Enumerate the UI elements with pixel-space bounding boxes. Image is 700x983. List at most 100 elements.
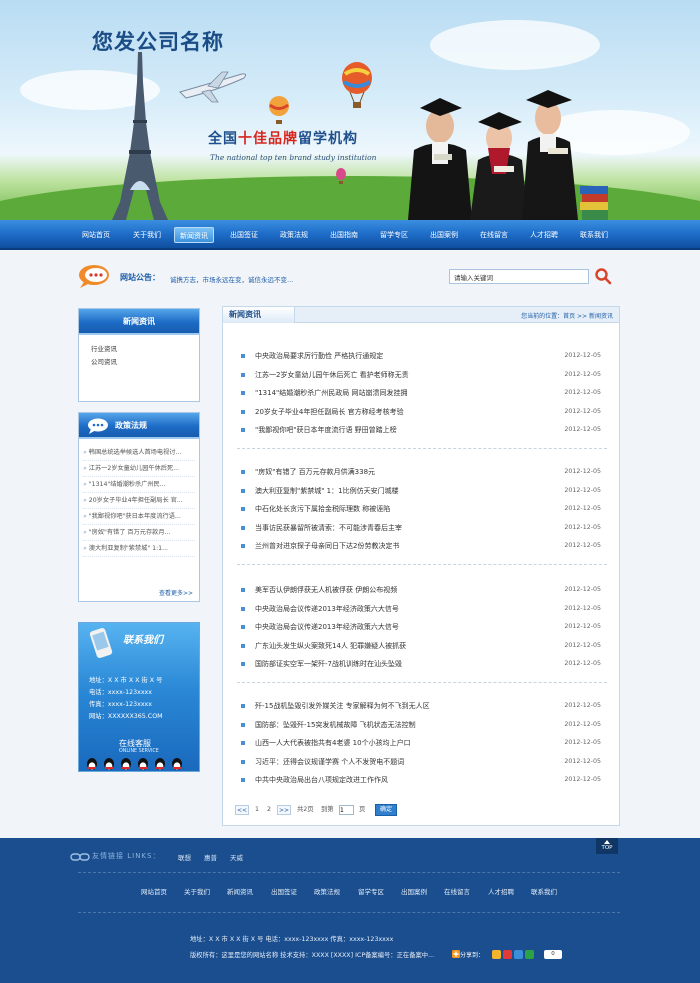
sidebar-news-item[interactable]: 公司资讯 xyxy=(91,356,199,369)
sidebar-policy-item[interactable]: "我鄙视你吧"获日本年度流行语... xyxy=(83,509,195,525)
news-row[interactable]: 歼-15战机坠毁引发外媒关注 专家解释为何不飞到无人区 2012-12-05 xyxy=(241,697,601,715)
search-icon[interactable] xyxy=(594,267,612,285)
footer-nav-link[interactable]: 在线留言 xyxy=(444,886,470,896)
news-title-link[interactable]: 习近平：还得会议规谨学赛 个人不发贺电不题词 xyxy=(255,753,404,771)
news-title-link[interactable]: 20岁女子毕业4年担任副局长 官方称经考核考验 xyxy=(255,403,404,421)
notice-marquee-text[interactable]: 诚携方志，市场永远在变，诚信永远不变... xyxy=(170,274,293,284)
footer-nav-link[interactable]: 联系我们 xyxy=(531,886,557,896)
friend-link[interactable]: 天威 xyxy=(230,852,243,862)
nav-item[interactable]: 人才招聘 xyxy=(524,227,564,243)
nav-item[interactable]: 关于我们 xyxy=(124,227,170,243)
news-row[interactable]: 山西一人大代表被指共有4老婆 10个小孩均上户口 2012-12-05 xyxy=(241,734,601,752)
news-title-link[interactable]: 中央政治局会议传递2013年经济政策六大信号 xyxy=(255,618,399,636)
news-row[interactable]: 澳大利亚复制"紫禁城" 1：1比例仿天安门城楼 2012-12-05 xyxy=(241,482,601,500)
news-row[interactable]: 江苏一2岁女童幼儿园午休后死亡 看护老师称无责 2012-12-05 xyxy=(241,366,601,384)
share-plus-icon[interactable] xyxy=(452,950,460,958)
footer-nav-link[interactable]: 出国签证 xyxy=(271,886,297,896)
news-title-link[interactable]: 国防部：坠毁歼-15突发机械故障 飞机状态无法控制 xyxy=(255,716,416,734)
news-row[interactable]: "房奴"有错了 百万元存款月供满338元 2012-12-05 xyxy=(241,463,601,481)
news-title-link[interactable]: 美军否认伊朗俘获无人机被俘获 伊朗公布视频 xyxy=(255,581,397,599)
back-to-top-button[interactable]: TOP xyxy=(596,838,618,854)
news-row[interactable]: 习近平：还得会议规谨学赛 个人不发贺电不题词 2012-12-05 xyxy=(241,753,601,771)
nav-item[interactable]: 政策法规 xyxy=(274,227,314,243)
news-title-link[interactable]: "房奴"有错了 百万元存款月供满338元 xyxy=(255,463,375,481)
news-row[interactable]: 20岁女子毕业4年担任副局长 官方称经考核考验 2012-12-05 xyxy=(241,403,601,421)
nav-item[interactable]: 出国案例 xyxy=(424,227,464,243)
news-title-link[interactable]: "我鄙视你吧"获日本年度流行语 野田曾踏上榜 xyxy=(255,421,397,439)
news-row[interactable]: 广东汕头发生纵火案致死14人 犯罪嫌疑人被抓获 2012-12-05 xyxy=(241,637,601,655)
news-title-link[interactable]: 中石化处长贪污下属拾金税际理数 称被诬陷 xyxy=(255,500,390,518)
news-date: 2012-12-05 xyxy=(564,407,601,415)
hot-air-balloon-image xyxy=(336,168,346,184)
search-input[interactable] xyxy=(449,269,589,284)
online-service[interactable]: 在线客服 ONLINE SERVICE xyxy=(79,735,199,771)
news-row[interactable]: 中共中央政治局出台八项规定改进工作作风 2012-12-05 xyxy=(241,771,601,789)
sidebar-news-item[interactable]: 行业资讯 xyxy=(91,343,199,356)
pager-prev-button[interactable]: << xyxy=(235,805,249,815)
news-title-link[interactable]: 广东汕头发生纵火案致死14人 犯罪嫌疑人被抓获 xyxy=(255,637,406,655)
footer-nav-link[interactable]: 政策法规 xyxy=(314,886,340,896)
news-row[interactable]: 美军否认伊朗俘获无人机被俘获 伊朗公布视频 2012-12-05 xyxy=(241,581,601,599)
news-date: 2012-12-05 xyxy=(564,486,601,494)
nav-item[interactable]: 在线留言 xyxy=(474,227,514,243)
pager-page-input[interactable] xyxy=(339,805,354,815)
sidebar-policy-item[interactable]: 韩国总统选举候选人首场电视讨... xyxy=(83,445,195,461)
friend-link[interactable]: 联想 xyxy=(178,852,191,862)
news-title-link[interactable]: 中央政治局会议传递2013年经济政策六大信号 xyxy=(255,600,399,618)
nav-item[interactable]: 出国指南 xyxy=(324,227,364,243)
news-title-link[interactable]: 山西一人大代表被指共有4老婆 10个小孩均上户口 xyxy=(255,734,411,752)
footer-nav-link[interactable]: 关于我们 xyxy=(184,886,210,896)
nav-item[interactable]: 出国签证 xyxy=(224,227,264,243)
sidebar-policy-item[interactable]: 江苏一2岁女童幼儿园午休后死... xyxy=(83,461,195,477)
news-group-divider xyxy=(237,447,607,449)
pager-page-2[interactable]: 2 xyxy=(267,805,271,815)
news-title-link[interactable]: 中央政治局要求厉行勤俭 严格执行通规定 xyxy=(255,347,383,365)
news-row[interactable]: 中石化处长贪污下属拾金税际理数 称被诬陷 2012-12-05 xyxy=(241,500,601,518)
news-title-link[interactable]: "1314"结婚潮秒杀广州民政局 网站崩溃同发挂拥 xyxy=(255,384,407,402)
footer-nav-link[interactable]: 人才招聘 xyxy=(488,886,514,896)
news-row[interactable]: "1314"结婚潮秒杀广州民政局 网站崩溃同发挂拥 2012-12-05 xyxy=(241,384,601,402)
nav-item[interactable]: 网站首页 xyxy=(74,227,118,243)
pager-page-1[interactable]: 1 xyxy=(255,805,259,815)
bullet-icon xyxy=(241,354,245,358)
graduates-photo xyxy=(408,90,608,220)
news-row[interactable]: 中央政治局会议传递2013年经济政策六大信号 2012-12-05 xyxy=(241,618,601,636)
friend-link[interactable]: 惠普 xyxy=(204,852,217,862)
footer-nav-link[interactable]: 新闻资讯 xyxy=(227,886,253,896)
news-row[interactable]: 中央政治局要求厉行勤俭 严格执行通规定 2012-12-05 xyxy=(241,347,601,365)
pager-go-button[interactable]: 确定 xyxy=(375,804,397,816)
qzone-share-icon[interactable] xyxy=(492,950,501,959)
news-title-link[interactable]: 澳大利亚复制"紫禁城" 1：1比例仿天安门城楼 xyxy=(255,482,399,500)
news-row[interactable]: 国防部：坠毁歼-15突发机械故障 飞机状态无法控制 2012-12-05 xyxy=(241,716,601,734)
news-title-link[interactable]: 江苏一2岁女童幼儿园午休后死亡 看护老师称无责 xyxy=(255,366,409,384)
footer-nav-link[interactable]: 出国案例 xyxy=(401,886,427,896)
pager-next-button[interactable]: >> xyxy=(277,805,291,815)
qq-avatars-icon[interactable] xyxy=(85,757,195,771)
tencent-weibo-share-icon[interactable] xyxy=(514,950,523,959)
nav-item[interactable]: 新闻资讯 xyxy=(174,227,214,243)
sidebar-policy-item[interactable]: "房奴"有错了 百万元存款月... xyxy=(83,525,195,541)
news-row[interactable]: 当事访民获暴留所被清索：不可能涉青春后主宰 2012-12-05 xyxy=(241,519,601,537)
footer-nav-link[interactable]: 网站首页 xyxy=(141,886,167,896)
bullet-icon xyxy=(241,704,245,708)
news-row[interactable]: "我鄙视你吧"获日本年度流行语 野田曾踏上榜 2012-12-05 xyxy=(241,421,601,439)
sidebar-policy-item[interactable]: 澳大利亚复制"紫禁城" 1:1... xyxy=(83,541,195,557)
news-date: 2012-12-05 xyxy=(564,542,601,549)
view-more-link[interactable]: 查看更多>> xyxy=(159,588,193,597)
news-title-link[interactable]: 国防部证实空军一架歼-7战机训练时在汕头坠毁 xyxy=(255,655,402,673)
news-title-link[interactable]: 歼-15战机坠毁引发外媒关注 专家解释为何不飞到无人区 xyxy=(255,697,430,715)
nav-item[interactable]: 留学专区 xyxy=(374,227,414,243)
news-title-link[interactable]: 当事访民获暴留所被清索：不可能涉青春后主宰 xyxy=(255,519,402,537)
sidebar-policy-box: 政策法规 韩国总统选举候选人首场电视讨...江苏一2岁女童幼儿园午休后死..."… xyxy=(78,412,200,602)
news-title-link[interactable]: 兰州曾对进京探子母亲同日下达2份劳教决定书 xyxy=(255,537,399,555)
nav-item[interactable]: 联系我们 xyxy=(574,227,614,243)
news-row[interactable]: 国防部证实空军一架歼-7战机训练时在汕头坠毁 2012-12-05 xyxy=(241,655,601,673)
footer-nav-link[interactable]: 留学专区 xyxy=(358,886,384,896)
news-row[interactable]: 兰州曾对进京探子母亲同日下达2份劳教决定书 2012-12-05 xyxy=(241,537,601,555)
sidebar-policy-item[interactable]: 20岁女子毕业4年担任副局长 官... xyxy=(83,493,195,509)
sidebar-policy-item[interactable]: "1314"结婚潮秒杀广州民... xyxy=(83,477,195,493)
renren-share-icon[interactable] xyxy=(525,950,534,959)
news-row[interactable]: 中央政治局会议传递2013年经济政策六大信号 2012-12-05 xyxy=(241,600,601,618)
news-title-link[interactable]: 中共中央政治局出台八项规定改进工作作风 xyxy=(255,771,388,789)
weibo-share-icon[interactable] xyxy=(503,950,512,959)
